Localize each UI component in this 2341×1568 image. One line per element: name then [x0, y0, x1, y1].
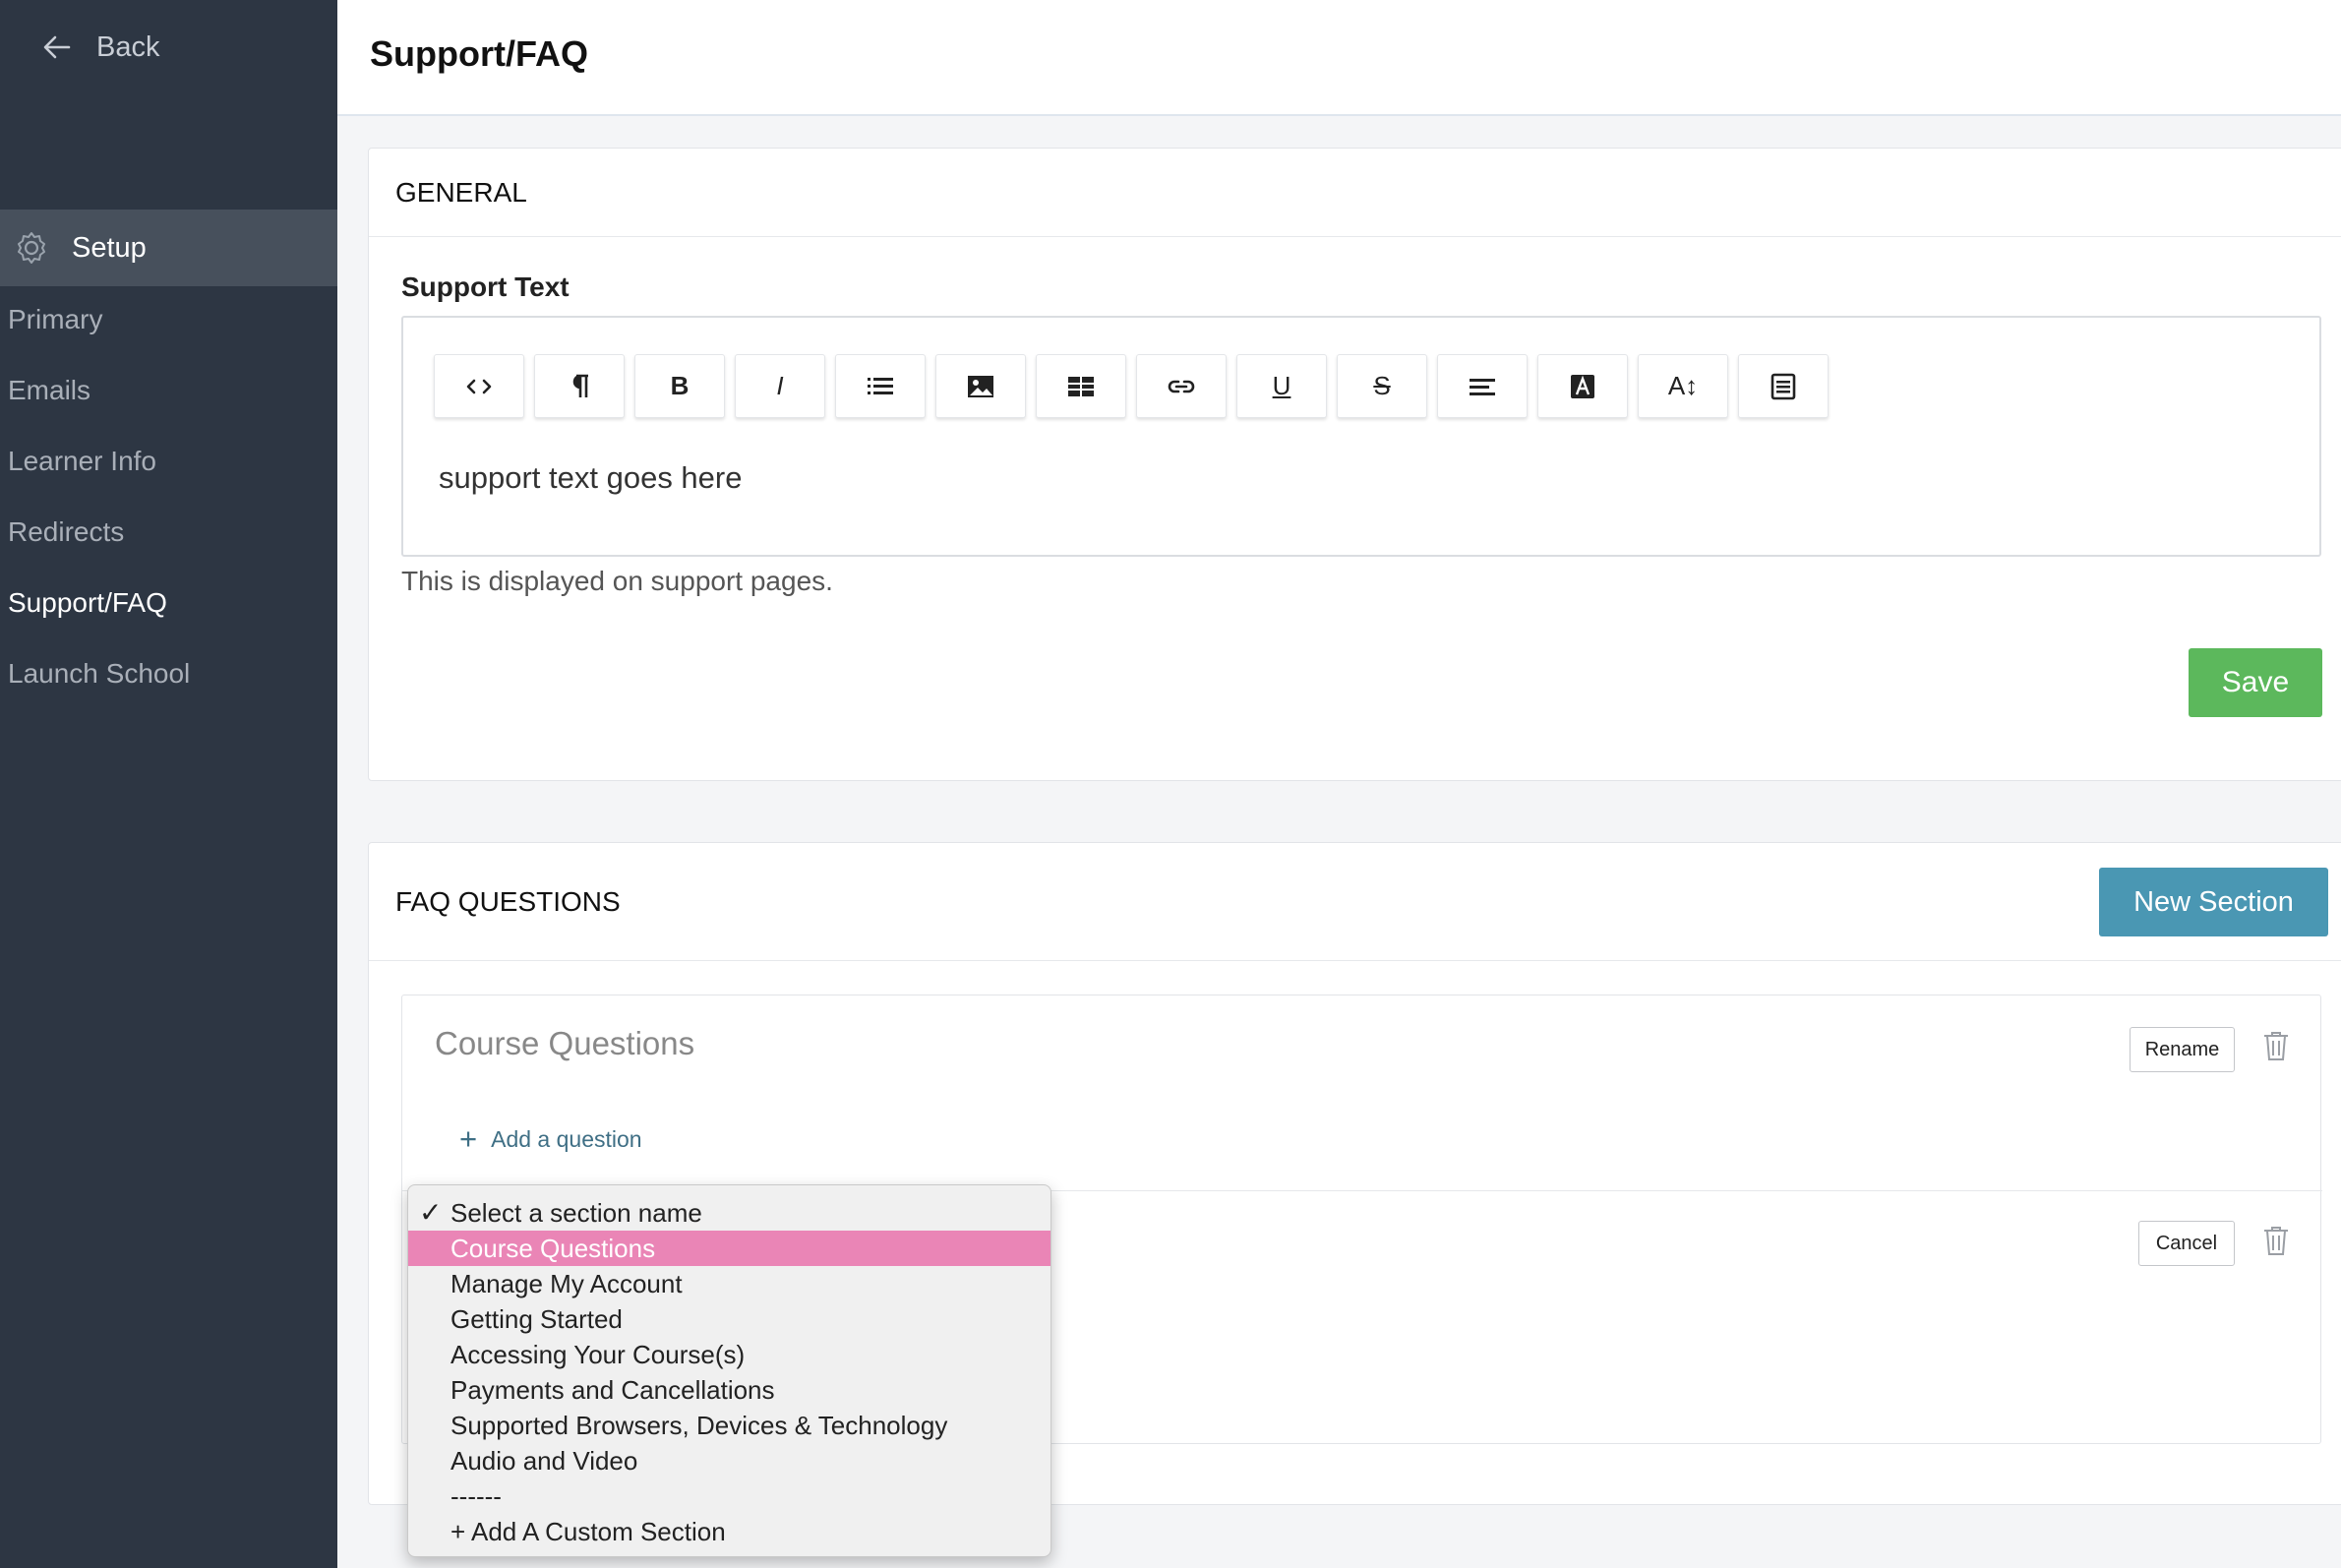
- insert-table-button[interactable]: [1036, 354, 1126, 418]
- page-title: Support/FAQ: [370, 33, 588, 74]
- image-icon: [968, 375, 993, 397]
- table-icon: [1068, 376, 1094, 396]
- back-label: Back: [96, 30, 160, 63]
- italic-button[interactable]: I: [735, 354, 825, 418]
- rich-text-editor[interactable]: B I U S A↕ support text goes here: [401, 316, 2321, 557]
- underline-button[interactable]: U: [1236, 354, 1327, 418]
- strikethrough-button[interactable]: S: [1337, 354, 1427, 418]
- editor-toolbar: B I U S A↕: [434, 354, 1838, 418]
- back-link[interactable]: Back: [39, 30, 159, 65]
- pilcrow-icon: [572, 374, 588, 397]
- add-question-label: Add a question: [491, 1125, 642, 1152]
- plus-icon: +: [459, 1121, 478, 1156]
- section-name-dropdown: ✓ Select a section name Course Questions …: [407, 1184, 1051, 1557]
- add-question-link[interactable]: + Add a question: [459, 1121, 642, 1157]
- list-button[interactable]: [835, 354, 926, 418]
- page-header: Support/FAQ: [337, 0, 2341, 116]
- html-blocks-button[interactable]: [1738, 354, 1829, 418]
- trash-icon[interactable]: [2260, 1224, 2292, 1257]
- text-color-button[interactable]: [1537, 354, 1628, 418]
- save-button[interactable]: Save: [2189, 648, 2322, 717]
- sidebar: Back Setup Primary Emails Learner Info R…: [0, 0, 337, 1568]
- dropdown-option[interactable]: Supported Browsers, Devices & Technology: [408, 1408, 1050, 1443]
- section-name: Course Questions: [435, 1025, 695, 1061]
- sidebar-item-emails[interactable]: Emails: [8, 375, 90, 406]
- align-left-icon: [1470, 378, 1495, 395]
- text-color-icon: [1571, 374, 1594, 398]
- dropdown-option-add-custom[interactable]: + Add A Custom Section: [408, 1514, 1050, 1549]
- rename-button[interactable]: Rename: [2130, 1027, 2235, 1072]
- sidebar-item-learner-info[interactable]: Learner Info: [8, 446, 156, 477]
- trash-icon[interactable]: [2260, 1029, 2292, 1062]
- insert-image-button[interactable]: [935, 354, 1026, 418]
- dropdown-option[interactable]: Course Questions: [408, 1231, 1050, 1266]
- arrow-left-icon: [43, 35, 71, 59]
- sidebar-item-primary[interactable]: Primary: [8, 304, 102, 335]
- sidebar-item-support-faq[interactable]: Support/FAQ: [8, 587, 167, 619]
- link-icon: [1168, 380, 1195, 392]
- sidebar-section-setup[interactable]: Setup: [0, 210, 337, 286]
- sidebar-item-redirects[interactable]: Redirects: [8, 516, 124, 548]
- font-size-button[interactable]: A↕: [1638, 354, 1728, 418]
- cancel-button[interactable]: Cancel: [2138, 1221, 2235, 1266]
- faq-heading: FAQ QUESTIONS: [369, 843, 2341, 961]
- align-button[interactable]: [1437, 354, 1528, 418]
- bold-button[interactable]: B: [634, 354, 725, 418]
- dropdown-option[interactable]: Manage My Account: [408, 1266, 1050, 1301]
- support-help-text: This is displayed on support pages.: [401, 566, 833, 596]
- code-icon: [466, 379, 492, 393]
- dropdown-option[interactable]: Payments and Cancellations: [408, 1372, 1050, 1408]
- dropdown-option[interactable]: ✓ Select a section name: [408, 1195, 1050, 1231]
- paragraph-format-button[interactable]: [534, 354, 625, 418]
- checkmark-icon: ✓: [419, 1197, 443, 1228]
- new-section-button[interactable]: New Section: [2099, 868, 2328, 936]
- dropdown-option[interactable]: Getting Started: [408, 1301, 1050, 1337]
- document-icon: [1771, 373, 1796, 399]
- general-heading: GENERAL: [369, 149, 2341, 237]
- dropdown-option[interactable]: Accessing Your Course(s): [408, 1337, 1050, 1372]
- support-text-label: Support Text: [401, 271, 570, 302]
- gear-icon: [18, 232, 45, 264]
- list-icon: [868, 377, 893, 394]
- general-card: GENERAL Support Text B I U S A↕ support …: [368, 148, 2341, 781]
- sidebar-item-launch-school[interactable]: Launch School: [8, 658, 190, 690]
- sidebar-section-label: Setup: [72, 231, 147, 264]
- dropdown-option[interactable]: Audio and Video: [408, 1443, 1050, 1478]
- editor-content[interactable]: support text goes here: [439, 460, 742, 496]
- insert-link-button[interactable]: [1136, 354, 1227, 418]
- dropdown-separator: ------: [450, 1481, 502, 1511]
- code-view-button[interactable]: [434, 354, 524, 418]
